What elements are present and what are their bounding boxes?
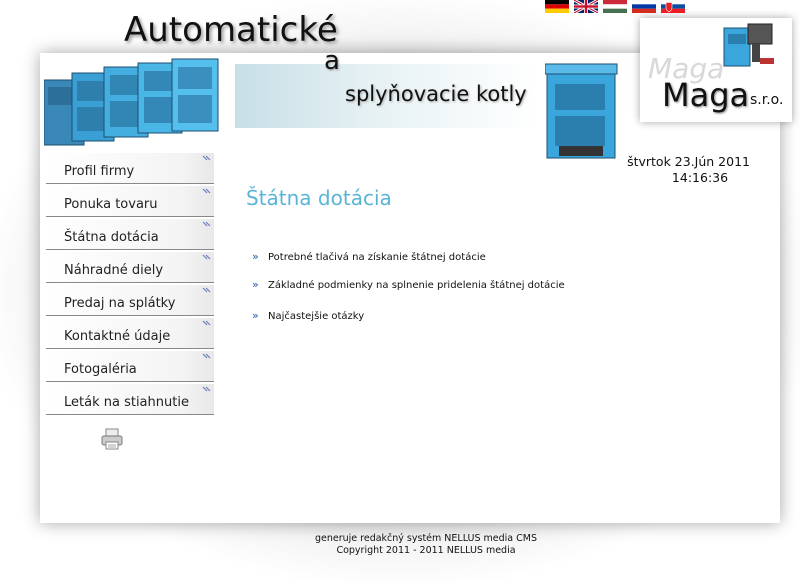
menu-item-label: Kontaktné údaje (64, 329, 171, 344)
slovakia-flag-icon[interactable] (661, 0, 685, 13)
site-title-line1: Automatické (124, 10, 338, 50)
double-chevron-icon (202, 353, 211, 359)
menu-item-label: Profil firmy (64, 164, 135, 179)
double-chevron-bullet-icon: » (252, 278, 259, 291)
menu-item-label: Štátna dotácia (64, 230, 159, 245)
date-time-display: štvrtok 23.Jún 2011 14:16:36 (620, 154, 750, 186)
logo-name: Maga (662, 76, 750, 114)
menu-item-statna-dotacia[interactable]: Štátna dotácia (46, 219, 214, 250)
menu-item-label: Ponuka tovaru (64, 197, 158, 212)
menu-item-label: Náhradné diely (64, 263, 164, 278)
hungary-flag-icon[interactable] (603, 0, 627, 13)
double-chevron-icon (202, 287, 211, 293)
site-title-line2: splyňovacie kotly (345, 82, 527, 106)
current-date: štvrtok 23.Jún 2011 (627, 154, 750, 169)
link-label: Základné podmienky na splnenie prideleni… (268, 280, 565, 291)
sidebar-menu: Profil firmy Ponuka tovaru Štátna dotáci… (46, 153, 214, 417)
double-chevron-icon (202, 221, 211, 227)
boilers-product-image (44, 58, 219, 146)
footer-copyright: Copyright 2011 - 2011 NELLUS media (336, 545, 516, 556)
language-selector (545, 0, 685, 14)
double-chevron-icon (202, 254, 211, 260)
double-chevron-bullet-icon: » (252, 309, 259, 322)
menu-item-fotogaleria[interactable]: Fotogaléria (46, 351, 214, 382)
footer-cms-credit: generuje redakčný systém NELLUS media CM… (314, 533, 537, 544)
uk-flag-icon[interactable] (574, 0, 598, 13)
boiler-logo-icon (723, 23, 774, 67)
site-title-conjunction: a (324, 46, 340, 76)
page-title: Štátna dotácia (246, 186, 392, 210)
footer: generuje redakčný systém NELLUS media CM… (0, 533, 800, 557)
link-label: Najčastejšie otázky (268, 311, 365, 322)
double-chevron-icon (202, 188, 211, 194)
double-chevron-icon (202, 155, 211, 161)
russia-flag-icon[interactable] (632, 0, 656, 13)
menu-item-kontaktne-udaje[interactable]: Kontaktné údaje (46, 318, 214, 349)
double-chevron-bullet-icon: » (252, 250, 259, 263)
german-flag-icon[interactable] (545, 0, 569, 13)
menu-item-predaj-na-splatky[interactable]: Predaj na splátky (46, 285, 214, 316)
boiler-product-image (545, 63, 618, 159)
current-time: 14:16:36 (671, 170, 729, 185)
menu-item-letak-na-stiahnutie[interactable]: Leták na stiahnutie (46, 384, 214, 415)
link-label: Potrebné tlačivá na získanie štátnej dot… (268, 252, 486, 263)
menu-item-label: Fotogaléria (64, 362, 137, 377)
menu-item-profil-firmy[interactable]: Profil firmy (46, 153, 214, 184)
list-item-link[interactable]: » Potrebné tlačivá na získanie štátnej do… (252, 250, 486, 263)
logo-suffix: s.r.o. (750, 92, 784, 108)
list-item-link[interactable]: » Najčastejšie otázky (252, 309, 364, 322)
list-item-link[interactable]: » Základné podmienky na splnenie pridelen… (252, 278, 565, 291)
double-chevron-icon (202, 320, 211, 326)
menu-item-label: Predaj na splátky (64, 296, 176, 311)
printer-icon[interactable] (101, 428, 123, 450)
double-chevron-icon (202, 386, 211, 392)
menu-item-label: Leták na stiahnutie (64, 395, 189, 410)
menu-item-nahradne-diely[interactable]: Náhradné diely (46, 252, 214, 283)
menu-item-ponuka-tovaru[interactable]: Ponuka tovaru (46, 186, 214, 217)
